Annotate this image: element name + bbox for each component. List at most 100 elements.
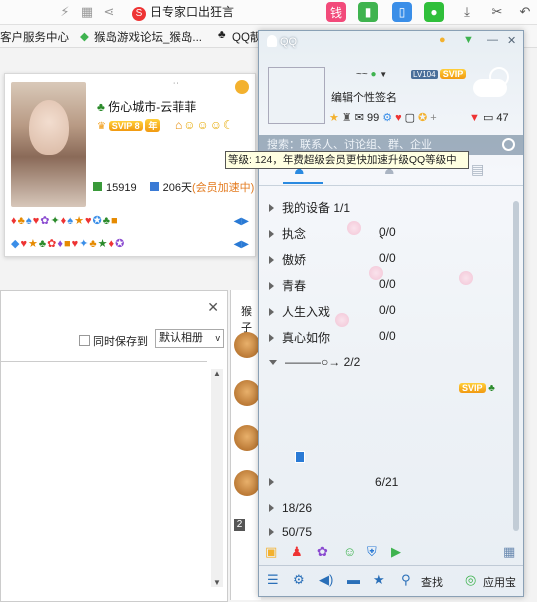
stats-row: 15919 206天(会员加速中) [93,179,254,195]
folder-icon[interactable]: ▬ [347,572,360,587]
save-also-option[interactable]: 同时保存到 [79,333,148,349]
accelerating-text: (会员加速中) [192,182,255,194]
signature[interactable]: 编辑个性签名 [331,89,397,105]
bookmark-qq[interactable]: QQ靓 [232,29,261,45]
message-box-icon[interactable]: ▭ [483,112,493,124]
add-icon[interactable]: + [430,112,436,124]
online-status-icon[interactable]: ● [370,69,376,80]
messages-tab[interactable]: ▤ [471,161,484,178]
video-icon[interactable]: ▶ [391,544,401,560]
find-icon[interactable]: ⚲ [401,572,411,588]
nickname[interactable]: ~~ ● ▼ [356,69,387,80]
pin-icon[interactable]: ▼ [463,34,474,46]
find-button[interactable]: 查找 [421,574,443,590]
svip-badge[interactable]: SVIP 8 [108,121,143,131]
app-blue-icon[interactable]: ▯ [392,2,412,22]
friend-app-icon[interactable]: ♟ [291,544,303,560]
status-icons: ⌂☺☺☺☾ [175,118,235,132]
search-icon[interactable] [502,138,515,151]
monkey-avatar[interactable] [234,380,260,406]
monkey-avatar[interactable] [234,425,260,451]
profile-photo[interactable] [11,82,86,207]
qzone-icon[interactable]: ♜ [342,112,352,124]
group-zhenxin[interactable]: 真心如你 0/0 [269,329,396,346]
volume-icon[interactable]: ◀) [319,572,333,588]
user-avatar[interactable] [268,67,325,124]
game-icon[interactable]: ✪ [418,112,427,124]
app-launcher-row: ▣ ♟ ✿ ☺ ⛨ ▶ ▦ [259,540,523,564]
group-rensheng[interactable]: 人生入戏 0/0 [269,303,396,320]
badge-row-1-arrows[interactable]: ◀▶ [234,216,249,227]
settings-icon[interactable]: ⚙ [293,572,305,588]
group-collapsed-3[interactable]: 50/75 [269,525,312,539]
shirt-icon[interactable]: ▼ [469,112,480,124]
year-badge[interactable]: 年 [145,119,161,132]
album-select[interactable]: 默认相册 v [155,329,224,348]
lightning-icon[interactable]: ⚡ [56,3,74,21]
contact-list-scrollbar[interactable] [513,201,519,531]
save-checkbox[interactable] [79,335,90,346]
weather-icon[interactable] [471,63,511,103]
bookmark-service-center[interactable]: 客户服务中心 [0,29,69,45]
medal-icon[interactable]: ● [439,34,446,46]
friend-row[interactable]: SVIP ♣ [459,383,495,394]
mail-icon[interactable]: ✉ [355,112,364,124]
share-icon[interactable]: ⋖ [100,3,118,21]
smile-icon: ☺ [183,118,197,132]
monkey-avatar[interactable] [234,332,260,358]
wechat-icon[interactable]: ● [424,2,444,22]
group-aojiao[interactable]: 傲娇 0/0 [269,251,396,268]
wallet-icon[interactable]: ⚙ [382,112,392,124]
bookmark-icon[interactable]: ★ [373,572,385,588]
qq-penguin-icon: ♣ [488,383,495,394]
group-my-devices[interactable]: 我的设备 1/1 [269,199,350,216]
page-indicator[interactable]: 2 [234,519,245,531]
browser-toolbar: ⚡ ▦ ⋖ S 日专家口出狂言 钱 ▮ ▯ ● ⤓ ✂ ↶ [0,0,537,25]
doc-icon[interactable]: ▢ [405,112,415,124]
card-dots: ˙˙ [173,82,180,93]
scissors-icon[interactable]: ✂ [488,3,506,21]
group-qingchun[interactable]: 青春 0/0 [269,277,396,294]
shield-icon[interactable]: ⛨ [367,544,377,560]
minimize-icon[interactable]: — [487,34,498,46]
app-store-icon[interactable]: ◎ [465,572,476,588]
close-icon[interactable]: ✕ [207,299,219,316]
dialog-scrollbar[interactable]: ▲ ▼ [211,369,223,587]
group-zhinian[interactable]: 执念、 0/0 [269,225,396,242]
download-icon[interactable]: ⤓ [458,3,476,21]
flower-app-icon[interactable]: ✿ [317,544,328,560]
grid-icon[interactable]: ▦ [503,544,515,560]
qr-code-icon[interactable]: ▦ [78,3,96,21]
level-tooltip: 等级: 124，年费超级会员更快加速升级QQ等级中 [225,151,469,169]
app-store-button[interactable]: 应用宝 [483,574,516,590]
badge-row-2-arrows[interactable]: ◀▶ [234,239,249,250]
scroll-up-icon[interactable]: ▲ [213,369,221,378]
undo-icon[interactable]: ↶ [516,3,534,21]
house-icon: ⌂ [175,118,184,132]
scroll-down-icon[interactable]: ▼ [213,578,221,587]
smile-app-icon[interactable]: ☺ [343,544,356,559]
gift-icon[interactable]: ♥ [395,112,402,124]
close-icon[interactable]: ✕ [507,34,516,47]
app-pink-icon[interactable]: 钱 [326,2,346,22]
profile-card: ˙˙ ♣ 伤心城市-云菲菲 ♛ SVIP 8 年 ⌂☺☺☺☾ 15919 206… [4,73,256,257]
group-collapsed-1[interactable]: 6/21 [269,475,398,489]
app-green-icon[interactable]: ▮ [358,2,378,22]
main-menu-row: ☰ ⚙ ◀) ▬ ★ ⚲ 查找 ◎ 应用宝 [259,565,523,596]
group-expanded[interactable]: ———○→ 2/2 [269,355,360,369]
profile-name[interactable]: ♣ 伤心城市-云菲菲 [97,98,196,115]
level-icon [93,182,102,191]
star-icon[interactable]: ★ [329,112,339,124]
qq-penguin-icon: ♣ [97,100,109,114]
level-badges[interactable]: LV104 SVIP [411,69,467,79]
group-collapsed-2[interactable]: 18/26 [269,501,312,515]
mail-app-icon[interactable]: ▣ [265,544,277,560]
bookmark-houdao[interactable]: 猴岛游戏论坛_猴岛... [94,29,202,45]
photo-dialog: ✕ 同时保存到 默认相册 v ▲ ▼ [0,290,228,602]
menu-icon[interactable]: ☰ [267,572,279,588]
monkey-avatar[interactable] [234,470,260,496]
vip-row: ♛ SVIP 8 年 [97,119,161,132]
status-dropdown-icon[interactable]: ▼ [379,70,387,79]
address-bar[interactable]: S 日专家口出狂言 [132,3,302,21]
device-icon[interactable] [295,451,305,463]
